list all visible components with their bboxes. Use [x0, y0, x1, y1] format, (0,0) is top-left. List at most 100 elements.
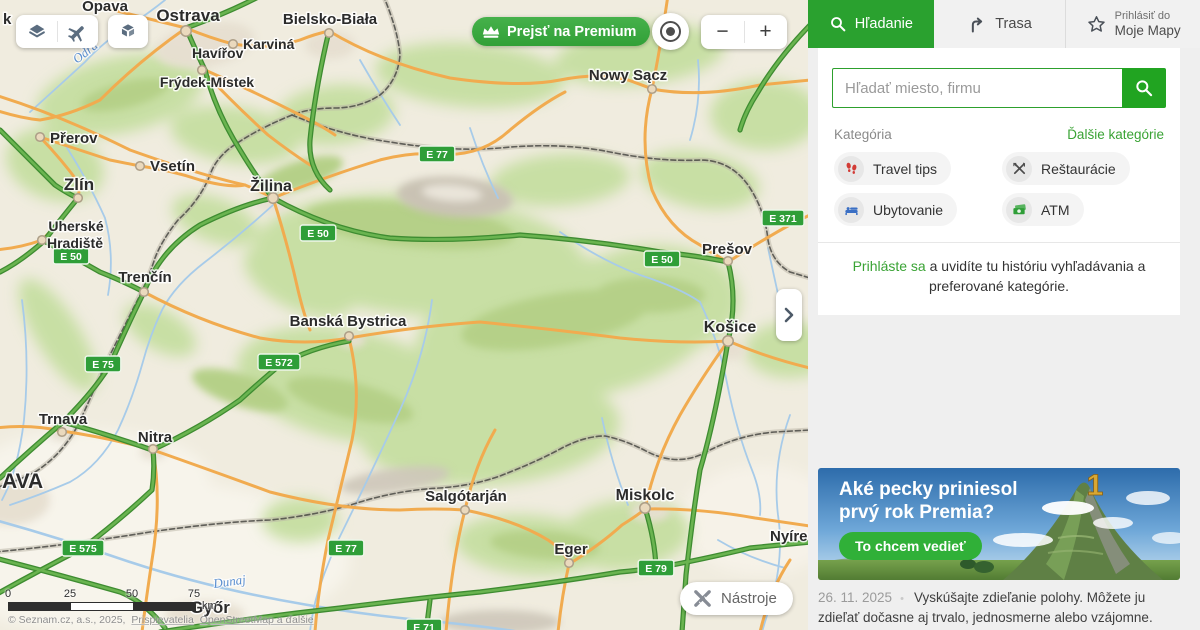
road-number-badge: E 575: [62, 540, 104, 556]
map-render: E 77 E 50 E 371 E 50 E 50 E 572 E 75 E 575 E 77 E…: [0, 0, 808, 630]
route-icon: [967, 14, 987, 34]
zoom-out-button[interactable]: −: [702, 15, 744, 49]
locate-me-button[interactable]: [652, 13, 689, 50]
scale-tick: 75: [188, 588, 200, 600]
category-restaurants[interactable]: Reštaurácie: [1002, 152, 1130, 185]
more-categories-link[interactable]: Ďalšie kategórie: [1067, 127, 1164, 142]
category-label: Ubytovanie: [873, 202, 943, 218]
search-submit-button[interactable]: [1122, 68, 1166, 108]
tools-icon: [692, 588, 713, 609]
road-number-badge: E 50: [300, 225, 336, 241]
tools-label: Nástroje: [721, 590, 777, 607]
map-city-label: Ostrava: [156, 6, 220, 25]
panel-tabs: Hľadanie Trasa Prihlásiť do Moje Mapy: [808, 0, 1200, 48]
scale-tick: 0: [5, 588, 11, 600]
map-city-label: Uherské: [48, 218, 103, 234]
map-city-label: Zlín: [64, 175, 94, 194]
map-city-label: Karviná: [243, 36, 295, 52]
road-number-badge: E 50: [644, 251, 680, 267]
map-city-label: Trenčín: [118, 269, 171, 286]
svg-text:E 50: E 50: [307, 228, 329, 240]
svg-text:E 77: E 77: [335, 543, 357, 555]
contributors-link[interactable]: Prispievatelia: [131, 614, 193, 626]
city-dot: [74, 194, 83, 203]
category-label: ATM: [1041, 202, 1070, 218]
aerial-view-button[interactable]: [58, 15, 98, 48]
layers-button[interactable]: [17, 15, 57, 48]
road-number-badge: E 77: [419, 146, 455, 162]
road-number-badge: E 572: [258, 354, 300, 370]
tab-login-my-maps[interactable]: Prihlásiť do Moje Mapy: [1065, 0, 1200, 48]
road-number-badge: E 371: [762, 210, 804, 226]
city-dot: [648, 85, 657, 94]
svg-text:E 575: E 575: [69, 543, 97, 555]
map-city-label: Nyíre: [770, 528, 808, 545]
scale-tick: 25: [64, 588, 76, 600]
map-city-label: Eger: [554, 541, 588, 558]
search-input[interactable]: [832, 68, 1122, 108]
map-city-label: Bielsko-Biała: [283, 11, 378, 28]
svg-text:E 572: E 572: [265, 357, 293, 369]
category-travel-tips[interactable]: Travel tips: [834, 152, 951, 185]
airplane-icon: [67, 21, 89, 43]
svg-text:E 50: E 50: [651, 254, 673, 266]
city-dot: [38, 236, 47, 245]
panel-collapse-button[interactable]: [776, 289, 802, 341]
svg-text:E 71: E 71: [413, 622, 435, 630]
map-city-label: Frýdek-Místek: [160, 74, 254, 90]
city-dot: [325, 29, 334, 38]
chevron-right-icon: [776, 302, 802, 328]
news-item[interactable]: 26. 11. 2025•Vyskúšajte zdieľanie polohy…: [818, 588, 1180, 630]
banner-peak-number: 1: [1087, 469, 1104, 502]
tab-search[interactable]: Hľadanie: [808, 0, 934, 48]
map-city-label: Trnava: [39, 411, 88, 428]
login-label-line1: Prihlásiť do: [1115, 10, 1181, 23]
map-city-label: Přerov: [50, 130, 98, 147]
road-number-badge: E 79: [638, 560, 674, 576]
zoom-in-button[interactable]: +: [745, 15, 787, 49]
category-accommodation[interactable]: Ubytovanie: [834, 193, 957, 226]
osm-link[interactable]: OpenStreetMap a ďalšie: [200, 614, 314, 626]
svg-text:E 77: E 77: [426, 149, 448, 161]
tab-search-label: Hľadanie: [855, 16, 913, 32]
banner-cta-button[interactable]: To chcem vedieť: [839, 532, 982, 560]
tools-button[interactable]: Nástroje: [680, 582, 793, 615]
scale-tick: 50: [126, 588, 138, 600]
map-attribution: © Seznam.cz, a.s., 2025, Prispievatelia …: [8, 614, 317, 626]
map-canvas[interactable]: E 77 E 50 E 371 E 50 E 50 E 572 E 75 E 575 E 77 E…: [0, 0, 808, 630]
scale-unit: km: [202, 600, 217, 612]
layers-icon: [26, 21, 48, 43]
map-city-label: Žilina: [250, 176, 292, 195]
map-city-label: Miskolc: [616, 487, 675, 504]
cube-3d-icon: [117, 21, 139, 43]
category-atm[interactable]: ATM: [1002, 193, 1084, 226]
city-dot: [136, 162, 145, 171]
map-city-label: Nitra: [138, 429, 173, 446]
map-city-label: Prešov: [702, 241, 753, 258]
city-dot: [640, 503, 650, 513]
map-layer-controls: [16, 15, 98, 48]
star-icon: [1086, 14, 1107, 35]
map-city-label: Vsetín: [150, 158, 195, 175]
premium-banner[interactable]: 1 Aké pecky priniesol prvý rok Premia? T…: [818, 468, 1180, 580]
road-number-badge: E 71: [406, 619, 442, 630]
footprints-icon: [838, 156, 864, 182]
map-city-label: Nowy Sącz: [589, 67, 667, 84]
signin-link[interactable]: Prihláste sa: [853, 258, 926, 274]
tab-route[interactable]: Trasa: [934, 0, 1066, 48]
road-number-badge: E 75: [85, 356, 121, 372]
3d-view-button[interactable]: [108, 15, 148, 48]
svg-text:E 50: E 50: [60, 251, 82, 263]
categories-title: Kategória: [834, 127, 892, 142]
login-label-line2: Moje Mapy: [1115, 23, 1181, 39]
map-city-label: Hradiště: [47, 235, 103, 251]
map-city-label: Opava: [82, 0, 129, 15]
city-dot: [345, 332, 354, 341]
news-date: 26. 11. 2025: [818, 590, 892, 605]
search-icon: [829, 15, 847, 33]
premium-button[interactable]: Prejsť na Premium: [472, 17, 650, 46]
map-city-label: k: [3, 11, 12, 28]
city-dot: [461, 506, 470, 515]
bed-icon: [838, 197, 864, 223]
city-dot: [565, 559, 574, 568]
